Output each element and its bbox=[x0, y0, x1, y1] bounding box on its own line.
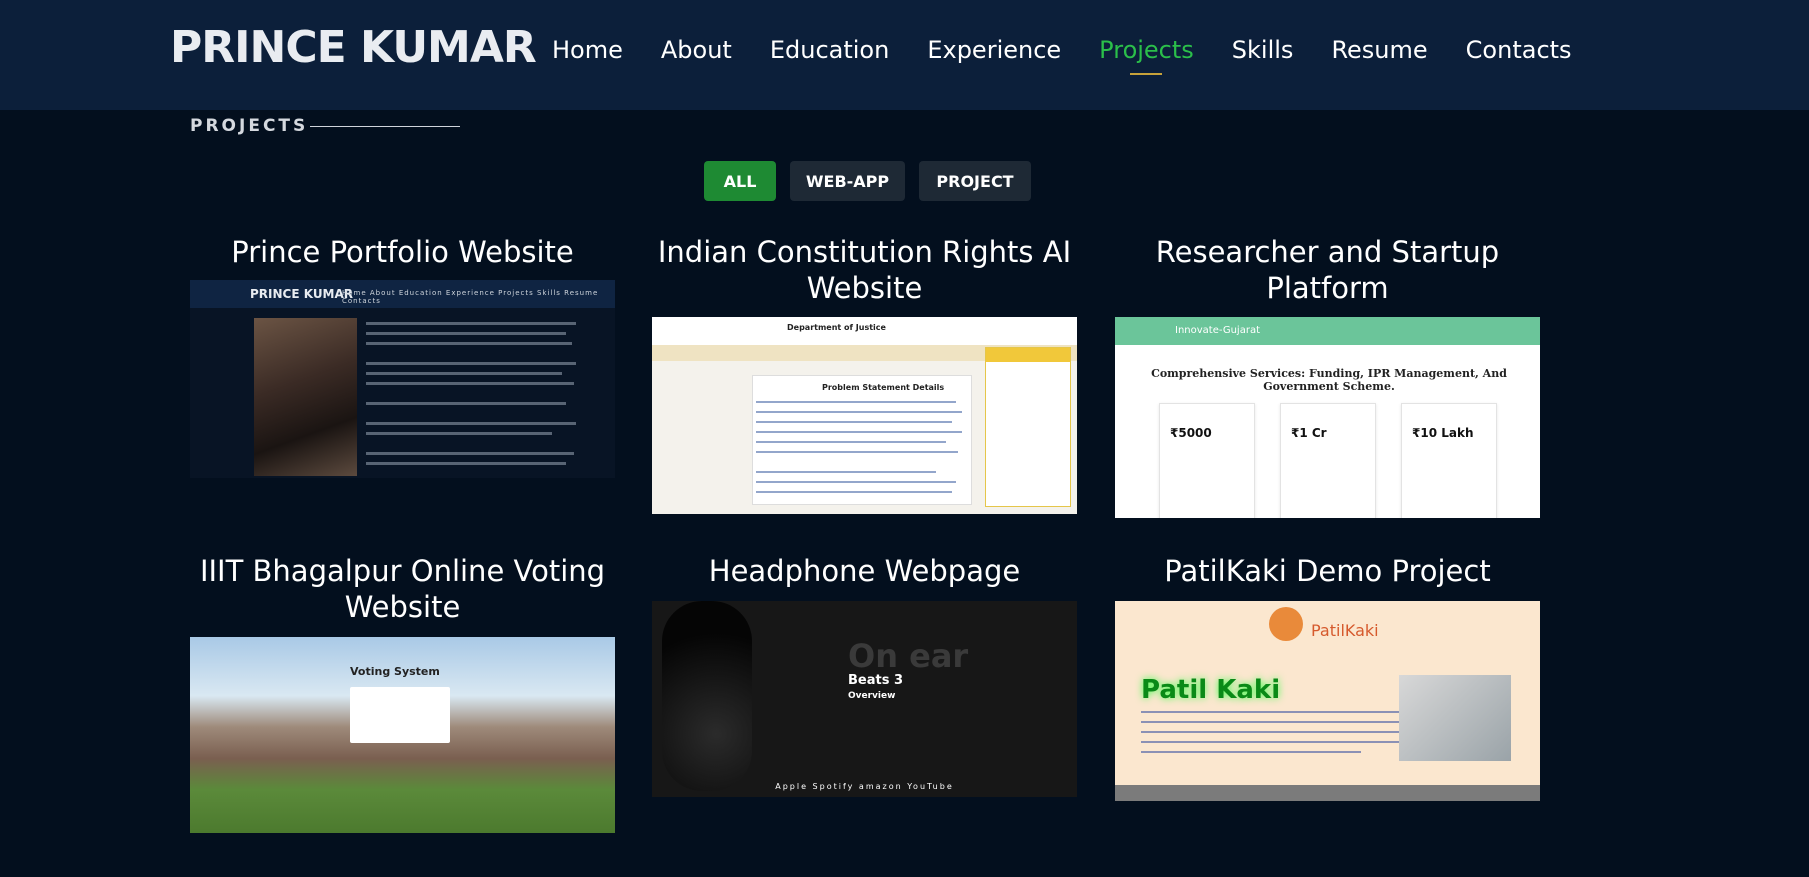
text-line bbox=[756, 441, 946, 443]
project-thumbnail[interactable]: PRINCE KUMAR Home About Education Experi… bbox=[190, 280, 615, 478]
section-divider bbox=[310, 126, 460, 127]
text-line bbox=[366, 332, 566, 335]
text-line bbox=[1141, 721, 1411, 723]
nav-education[interactable]: Education bbox=[770, 36, 889, 64]
filter-project-button[interactable]: PROJECT bbox=[919, 161, 1031, 201]
project-card[interactable]: Indian Constitution Rights AI Website De… bbox=[652, 234, 1077, 514]
text-line bbox=[366, 372, 562, 375]
thumb-logo: PRINCE KUMAR bbox=[250, 287, 354, 301]
text-line bbox=[1141, 741, 1411, 743]
service-card: ₹10 Lakh bbox=[1401, 403, 1497, 518]
thumb-sub: Overview bbox=[848, 691, 896, 701]
thumb-product: Beats 3 bbox=[848, 673, 904, 688]
thumb-brand: PatilKaki bbox=[1311, 621, 1379, 640]
text-line bbox=[756, 431, 962, 433]
thumb-nav: Home About Education Experience Projects… bbox=[342, 289, 599, 305]
site-header: PRINCE KUMAR Home About Education Experi… bbox=[0, 0, 1809, 110]
project-thumbnail[interactable]: Voting System bbox=[190, 637, 615, 833]
avatar-icon bbox=[1269, 607, 1303, 641]
text-line bbox=[366, 402, 566, 405]
project-card[interactable]: IIIT Bhagalpur Online Voting Website Vot… bbox=[190, 553, 615, 833]
service-card: ₹5000 bbox=[1159, 403, 1255, 518]
project-title[interactable]: Indian Constitution Rights AI Website bbox=[652, 234, 1077, 306]
main-nav: Home About Education Experience Projects… bbox=[552, 36, 1610, 75]
text-line bbox=[366, 362, 576, 365]
project-card[interactable]: Headphone Webpage On ear Beats 3 Overvie… bbox=[652, 553, 1077, 797]
text-line bbox=[1141, 731, 1411, 733]
nav-skills[interactable]: Skills bbox=[1232, 36, 1294, 64]
thumb-hero: Patil Kaki bbox=[1141, 675, 1281, 705]
thumb-brand: Innovate-Gujarat bbox=[1175, 325, 1260, 336]
project-thumbnail[interactable]: PatilKaki Patil Kaki bbox=[1115, 601, 1540, 801]
filter-webapp-button[interactable]: WEB-APP bbox=[790, 161, 905, 201]
text-line bbox=[756, 481, 956, 483]
text-line bbox=[366, 342, 572, 345]
text-line bbox=[1141, 751, 1361, 753]
text-line bbox=[1141, 711, 1411, 713]
nav-about[interactable]: About bbox=[661, 36, 732, 64]
project-title[interactable]: Prince Portfolio Website bbox=[190, 234, 615, 270]
thumb-footer bbox=[1115, 785, 1540, 801]
text-line bbox=[756, 451, 958, 453]
nav-experience[interactable]: Experience bbox=[927, 36, 1061, 64]
thumb-heading: Department of Justice bbox=[787, 323, 886, 332]
service-price: ₹1 Cr bbox=[1291, 426, 1327, 440]
text-line bbox=[756, 411, 962, 413]
project-title[interactable]: Researcher and Startup Platform bbox=[1115, 234, 1540, 306]
text-line bbox=[366, 462, 566, 465]
thumb-heading: Comprehensive Services: Funding, IPR Man… bbox=[1151, 367, 1507, 393]
project-title[interactable]: Headphone Webpage bbox=[652, 553, 1077, 589]
text-line bbox=[366, 382, 574, 385]
project-title[interactable]: IIIT Bhagalpur Online Voting Website bbox=[190, 553, 615, 625]
site-logo[interactable]: PRINCE KUMAR bbox=[170, 22, 537, 73]
nav-contacts[interactable]: Contacts bbox=[1466, 36, 1572, 64]
section-title: PROJECTS bbox=[190, 116, 309, 136]
project-card[interactable]: Researcher and Startup Platform Innovate… bbox=[1115, 234, 1540, 518]
chat-header bbox=[986, 348, 1070, 362]
panel-title: Problem Statement Details bbox=[822, 383, 945, 392]
project-thumbnail[interactable]: On ear Beats 3 Overview Apple Spotify am… bbox=[652, 601, 1077, 797]
text-line bbox=[366, 452, 574, 455]
project-thumbnail[interactable]: Department of Justice Problem Statement … bbox=[652, 317, 1077, 514]
service-price: ₹5000 bbox=[1170, 426, 1212, 440]
text-line bbox=[756, 471, 936, 473]
text-line bbox=[756, 491, 952, 493]
project-filters: ALL WEB-APP PROJECT bbox=[704, 161, 1031, 201]
filter-all-button[interactable]: ALL bbox=[704, 161, 776, 201]
text-line bbox=[756, 401, 956, 403]
chat-widget bbox=[985, 347, 1071, 507]
thumb-heading: Voting System bbox=[350, 665, 440, 678]
profile-photo bbox=[254, 318, 357, 476]
thumb-hero: On ear bbox=[848, 637, 969, 675]
problem-panel bbox=[752, 375, 972, 505]
project-thumbnail[interactable]: Innovate-Gujarat Comprehensive Services:… bbox=[1115, 317, 1540, 518]
project-title[interactable]: PatilKaki Demo Project bbox=[1115, 553, 1540, 589]
text-line bbox=[366, 322, 576, 325]
nav-home[interactable]: Home bbox=[552, 36, 623, 64]
text-line bbox=[366, 432, 552, 435]
project-card[interactable]: PatilKaki Demo Project PatilKaki Patil K… bbox=[1115, 553, 1540, 801]
nav-projects[interactable]: Projects bbox=[1099, 36, 1194, 75]
text-line bbox=[366, 422, 576, 425]
brand-logos: Apple Spotify amazon YouTube bbox=[775, 782, 954, 791]
service-price: ₹10 Lakh bbox=[1412, 426, 1474, 440]
nav-resume[interactable]: Resume bbox=[1331, 36, 1427, 64]
service-card: ₹1 Cr bbox=[1280, 403, 1376, 518]
project-card[interactable]: Prince Portfolio Website PRINCE KUMAR Ho… bbox=[190, 234, 615, 486]
team-photo bbox=[1399, 675, 1511, 761]
headphone-image bbox=[662, 601, 752, 791]
text-line bbox=[756, 421, 952, 423]
login-form bbox=[350, 687, 450, 743]
